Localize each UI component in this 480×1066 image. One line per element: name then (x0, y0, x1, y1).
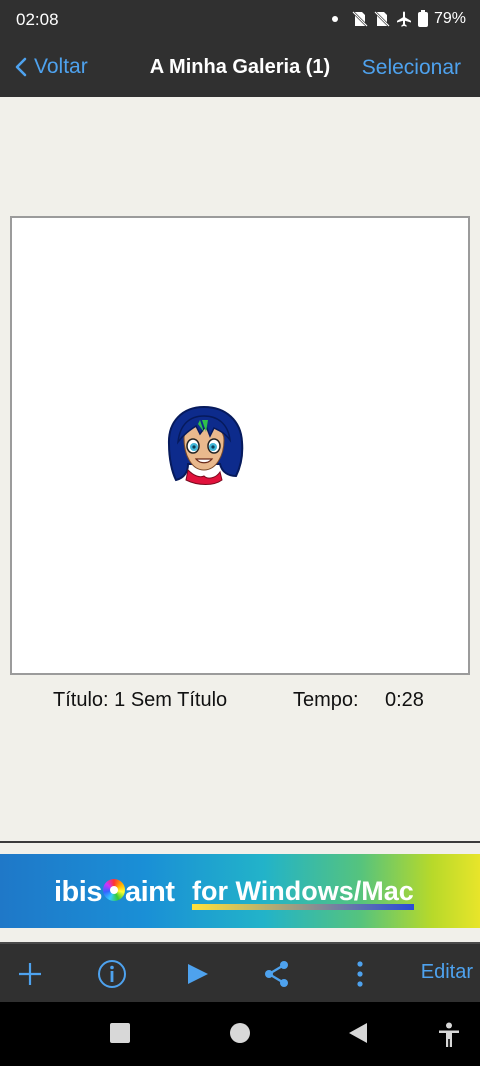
ad-banner[interactable]: ibis aint for Windows/Mac (0, 854, 480, 928)
color-wheel-icon (102, 878, 125, 901)
ibispaint-logo: ibis aint (54, 876, 175, 909)
system-navigation-bar (0, 1002, 480, 1066)
status-bar: 02:08 79% (0, 0, 480, 40)
spacer (0, 928, 480, 942)
battery-percent: 79% (433, 10, 466, 27)
play-button[interactable] (183, 956, 211, 992)
back-button-label: Voltar (34, 55, 88, 78)
bottom-toolbar: Editar (0, 942, 480, 1002)
info-icon (98, 960, 126, 988)
more-vertical-icon (357, 961, 363, 987)
battery-icon (417, 9, 428, 27)
notification-dot-icon (331, 16, 338, 22)
chibi-drawing-image (167, 405, 244, 485)
status-icons: 79% (331, 9, 466, 28)
accessibility-button[interactable] (438, 1022, 460, 1053)
accessibility-icon (439, 1022, 459, 1047)
ad-tagline: for Windows/Mac (192, 876, 414, 906)
ad-underline (192, 904, 414, 910)
time-label: Tempo: (293, 689, 359, 711)
artwork-title: Título: 1 Sem Título (53, 689, 228, 711)
edit-button[interactable]: Editar (421, 961, 473, 984)
divider (0, 841, 480, 843)
chevron-left-icon (15, 57, 27, 77)
artwork-thumbnail[interactable] (10, 216, 470, 675)
logo-text-start: ibis (54, 876, 102, 908)
gallery-area: Título: 1 Sem Título Tempo: 0:28 (0, 97, 480, 842)
select-button[interactable]: Selecionar (362, 56, 461, 80)
status-time: 02:08 (16, 10, 59, 29)
back-button[interactable]: Voltar (14, 55, 88, 79)
add-button[interactable] (14, 956, 46, 992)
no-sim-icon (374, 11, 390, 27)
logo-text-end: aint (124, 876, 175, 908)
system-back-button[interactable] (347, 1022, 369, 1049)
info-button[interactable] (95, 956, 129, 992)
share-icon (265, 961, 288, 987)
share-button[interactable] (262, 956, 292, 992)
play-icon (188, 964, 208, 984)
home-circle-icon (230, 1023, 250, 1043)
add-icon (19, 963, 41, 985)
more-button[interactable] (350, 956, 370, 992)
recents-square-icon (110, 1023, 130, 1043)
time-value: 0:28 (385, 689, 424, 711)
navigation-bar: Voltar A Minha Galeria (1) Selecionar (0, 40, 480, 97)
no-sim-icon (352, 11, 368, 27)
back-triangle-icon (349, 1023, 367, 1043)
home-button[interactable] (229, 1022, 251, 1049)
recents-button[interactable] (109, 1022, 131, 1049)
airplane-icon (396, 11, 412, 27)
